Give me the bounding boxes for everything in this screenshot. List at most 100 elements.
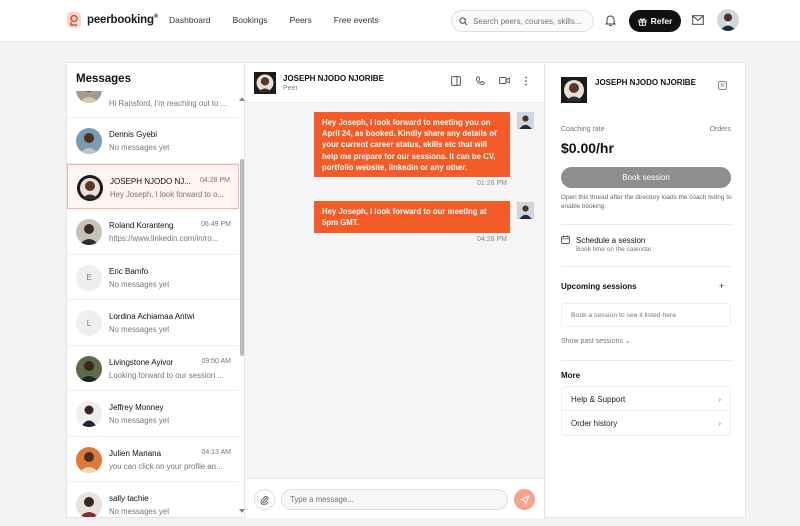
chat-contact-role: Peer bbox=[283, 85, 298, 92]
conversation-item[interactable]: Jeffrey Monney No messages yet bbox=[67, 391, 239, 437]
send-button[interactable] bbox=[514, 489, 535, 510]
order-history-item[interactable]: Order history › bbox=[561, 411, 731, 436]
help-support-label: Help & Support bbox=[571, 395, 626, 404]
conversation-preview: https://www.linkedin.com/in/ro... bbox=[109, 234, 219, 243]
refer-button[interactable]: Refer bbox=[629, 10, 681, 32]
conversation-item[interactable]: Livingstone Ayivor 09:50 AM Looking forw… bbox=[67, 346, 239, 391]
conversation-name: Livingstone Ayivor bbox=[109, 357, 174, 367]
send-icon bbox=[519, 494, 530, 505]
avatar bbox=[76, 446, 102, 473]
conversation-time: 06:49 PM bbox=[201, 221, 231, 228]
message-time: 01:26 PM bbox=[477, 180, 507, 187]
coach-info-panel: JOSEPH NJODO NJORIBE Coaching rate Order… bbox=[545, 62, 746, 518]
conversation-item[interactable]: Roland Koranteng 06:49 PM https://www.li… bbox=[67, 209, 239, 255]
search-icon bbox=[459, 16, 468, 25]
message-bubble: Hey Joseph, I look forward to our meetin… bbox=[314, 201, 510, 233]
coaching-rate-label: Coaching rate bbox=[561, 126, 605, 133]
conversation-name: JOSEPH NJODO NJ... bbox=[110, 176, 191, 186]
avatar bbox=[76, 355, 102, 382]
conversation-preview: Looking forward to our session ... bbox=[109, 370, 224, 380]
chat-panel: JOSEPH NJODO NJORIBE Peer Hey Joseph, I … bbox=[245, 62, 545, 518]
scrollbar-thumb[interactable] bbox=[240, 159, 244, 356]
upcoming-empty-state: Book a session to see it listed here. bbox=[561, 303, 731, 327]
schedule-session-link[interactable]: Schedule a session bbox=[576, 236, 645, 245]
divider bbox=[561, 266, 731, 267]
divider bbox=[561, 224, 731, 225]
messages-title: Messages bbox=[76, 73, 131, 85]
conversation-item-active[interactable]: JOSEPH NJODO NJ... 04:28 PM Hey Joseph, … bbox=[67, 163, 239, 209]
conversation-item[interactable]: Julien Manana 04:13 AM you can click on … bbox=[67, 437, 239, 482]
conversation-time: 04:28 PM bbox=[200, 176, 230, 184]
nav-link-bookings[interactable]: Bookings bbox=[233, 15, 268, 25]
gift-icon bbox=[638, 17, 647, 26]
avatar-initial: L bbox=[76, 310, 102, 336]
conversation-preview: you can click on your profile an... bbox=[109, 461, 223, 471]
conversation-time: 09:50 AM bbox=[201, 357, 231, 365]
book-session-button[interactable]: Book session bbox=[561, 167, 731, 188]
conversation-preview: No messages yet bbox=[109, 325, 170, 334]
add-session-button[interactable]: + bbox=[719, 281, 724, 291]
avatar-initial: E bbox=[76, 264, 102, 291]
nav-link-dashboard[interactable]: Dashboard bbox=[169, 15, 211, 25]
user-avatar[interactable] bbox=[717, 9, 739, 31]
conversation-name: Jeffrey Monney bbox=[109, 403, 164, 412]
video-icon[interactable] bbox=[499, 76, 510, 86]
side-panel-icon[interactable] bbox=[451, 76, 461, 86]
chat-actions bbox=[437, 76, 528, 86]
mail-icon[interactable] bbox=[692, 15, 704, 27]
calendar-icon bbox=[561, 235, 570, 244]
note-icon[interactable] bbox=[718, 81, 727, 92]
composer bbox=[245, 478, 544, 518]
conversation-item[interactable]: L Lordina Achiamaa Antwi No messages yet bbox=[67, 300, 239, 346]
bell-icon[interactable] bbox=[604, 14, 617, 28]
search-input[interactable] bbox=[473, 16, 583, 26]
nav-link-free-events[interactable]: Free events bbox=[334, 15, 379, 25]
chat-messages[interactable]: Hey Joseph, I look forward to meeting yo… bbox=[245, 103, 544, 478]
avatar bbox=[76, 219, 102, 245]
conversation-item[interactable]: Dennis Gyebi No messages yet bbox=[67, 118, 239, 164]
avatar bbox=[76, 492, 102, 517]
attach-button[interactable] bbox=[254, 489, 275, 510]
top-nav: peerbooking® Dashboard Bookings Peers Fr… bbox=[0, 0, 800, 42]
help-support-item[interactable]: Help & Support › bbox=[561, 386, 731, 411]
chat-avatar[interactable] bbox=[254, 72, 276, 94]
logo-icon bbox=[67, 12, 81, 28]
brand-name: peerbooking® bbox=[87, 14, 159, 26]
conversation-name: Dennis Gyebi bbox=[109, 130, 158, 139]
booking-note: Open this thread after the directory loa… bbox=[561, 194, 732, 210]
chat-contact-name: JOSEPH NJODO NJORIBE bbox=[283, 74, 384, 83]
search-box[interactable] bbox=[451, 10, 594, 32]
coach-avatar bbox=[561, 77, 587, 103]
nav-link-peers[interactable]: Peers bbox=[290, 15, 312, 25]
chevron-right-icon: › bbox=[718, 395, 721, 404]
more-vertical-icon[interactable] bbox=[524, 76, 528, 86]
refer-label: Refer bbox=[650, 16, 673, 26]
avatar bbox=[77, 174, 103, 201]
conversation-preview: Hi Ransford, I'm reaching out to ... bbox=[109, 99, 228, 108]
conversation-name: Eric Bamfo bbox=[109, 266, 149, 276]
schedule-session-subtitle: Book time on the calendar bbox=[576, 246, 652, 253]
conversation-preview: No messages yet bbox=[109, 507, 170, 516]
message-input[interactable] bbox=[281, 489, 508, 510]
phone-icon[interactable] bbox=[475, 76, 485, 86]
conversation-item[interactable]: sally tachie No messages yet bbox=[67, 482, 239, 517]
conversation-preview: No messages yet bbox=[109, 279, 170, 289]
conversation-name: Lordina Achiamaa Antwi bbox=[109, 312, 194, 321]
divider bbox=[561, 360, 731, 361]
avatar bbox=[76, 128, 102, 154]
conversation-name: Julien Manana bbox=[109, 448, 162, 458]
conversation-preview: No messages yet bbox=[109, 416, 170, 425]
avatar bbox=[76, 91, 102, 103]
show-past-sessions-link[interactable]: Show past sessions ⌄ bbox=[561, 337, 631, 345]
chevron-right-icon: › bbox=[718, 419, 721, 428]
sender-avatar bbox=[517, 202, 534, 219]
conversation-list[interactable]: Hi Ransford, I'm reaching out to ... Den… bbox=[67, 91, 239, 517]
conversation-item[interactable]: E Eric Bamfo No messages yet bbox=[67, 255, 239, 300]
paperclip-icon bbox=[260, 495, 269, 505]
coaching-rate: $0.00/hr bbox=[561, 140, 614, 156]
avatar bbox=[76, 401, 102, 427]
conversation-preview: Hey Joseph, I look forward to o... bbox=[110, 189, 224, 199]
conversation-item[interactable]: Hi Ransford, I'm reaching out to ... bbox=[67, 91, 239, 118]
upcoming-sessions-title: Upcoming sessions bbox=[561, 282, 637, 291]
brand-logo[interactable]: peerbooking® bbox=[67, 12, 158, 28]
